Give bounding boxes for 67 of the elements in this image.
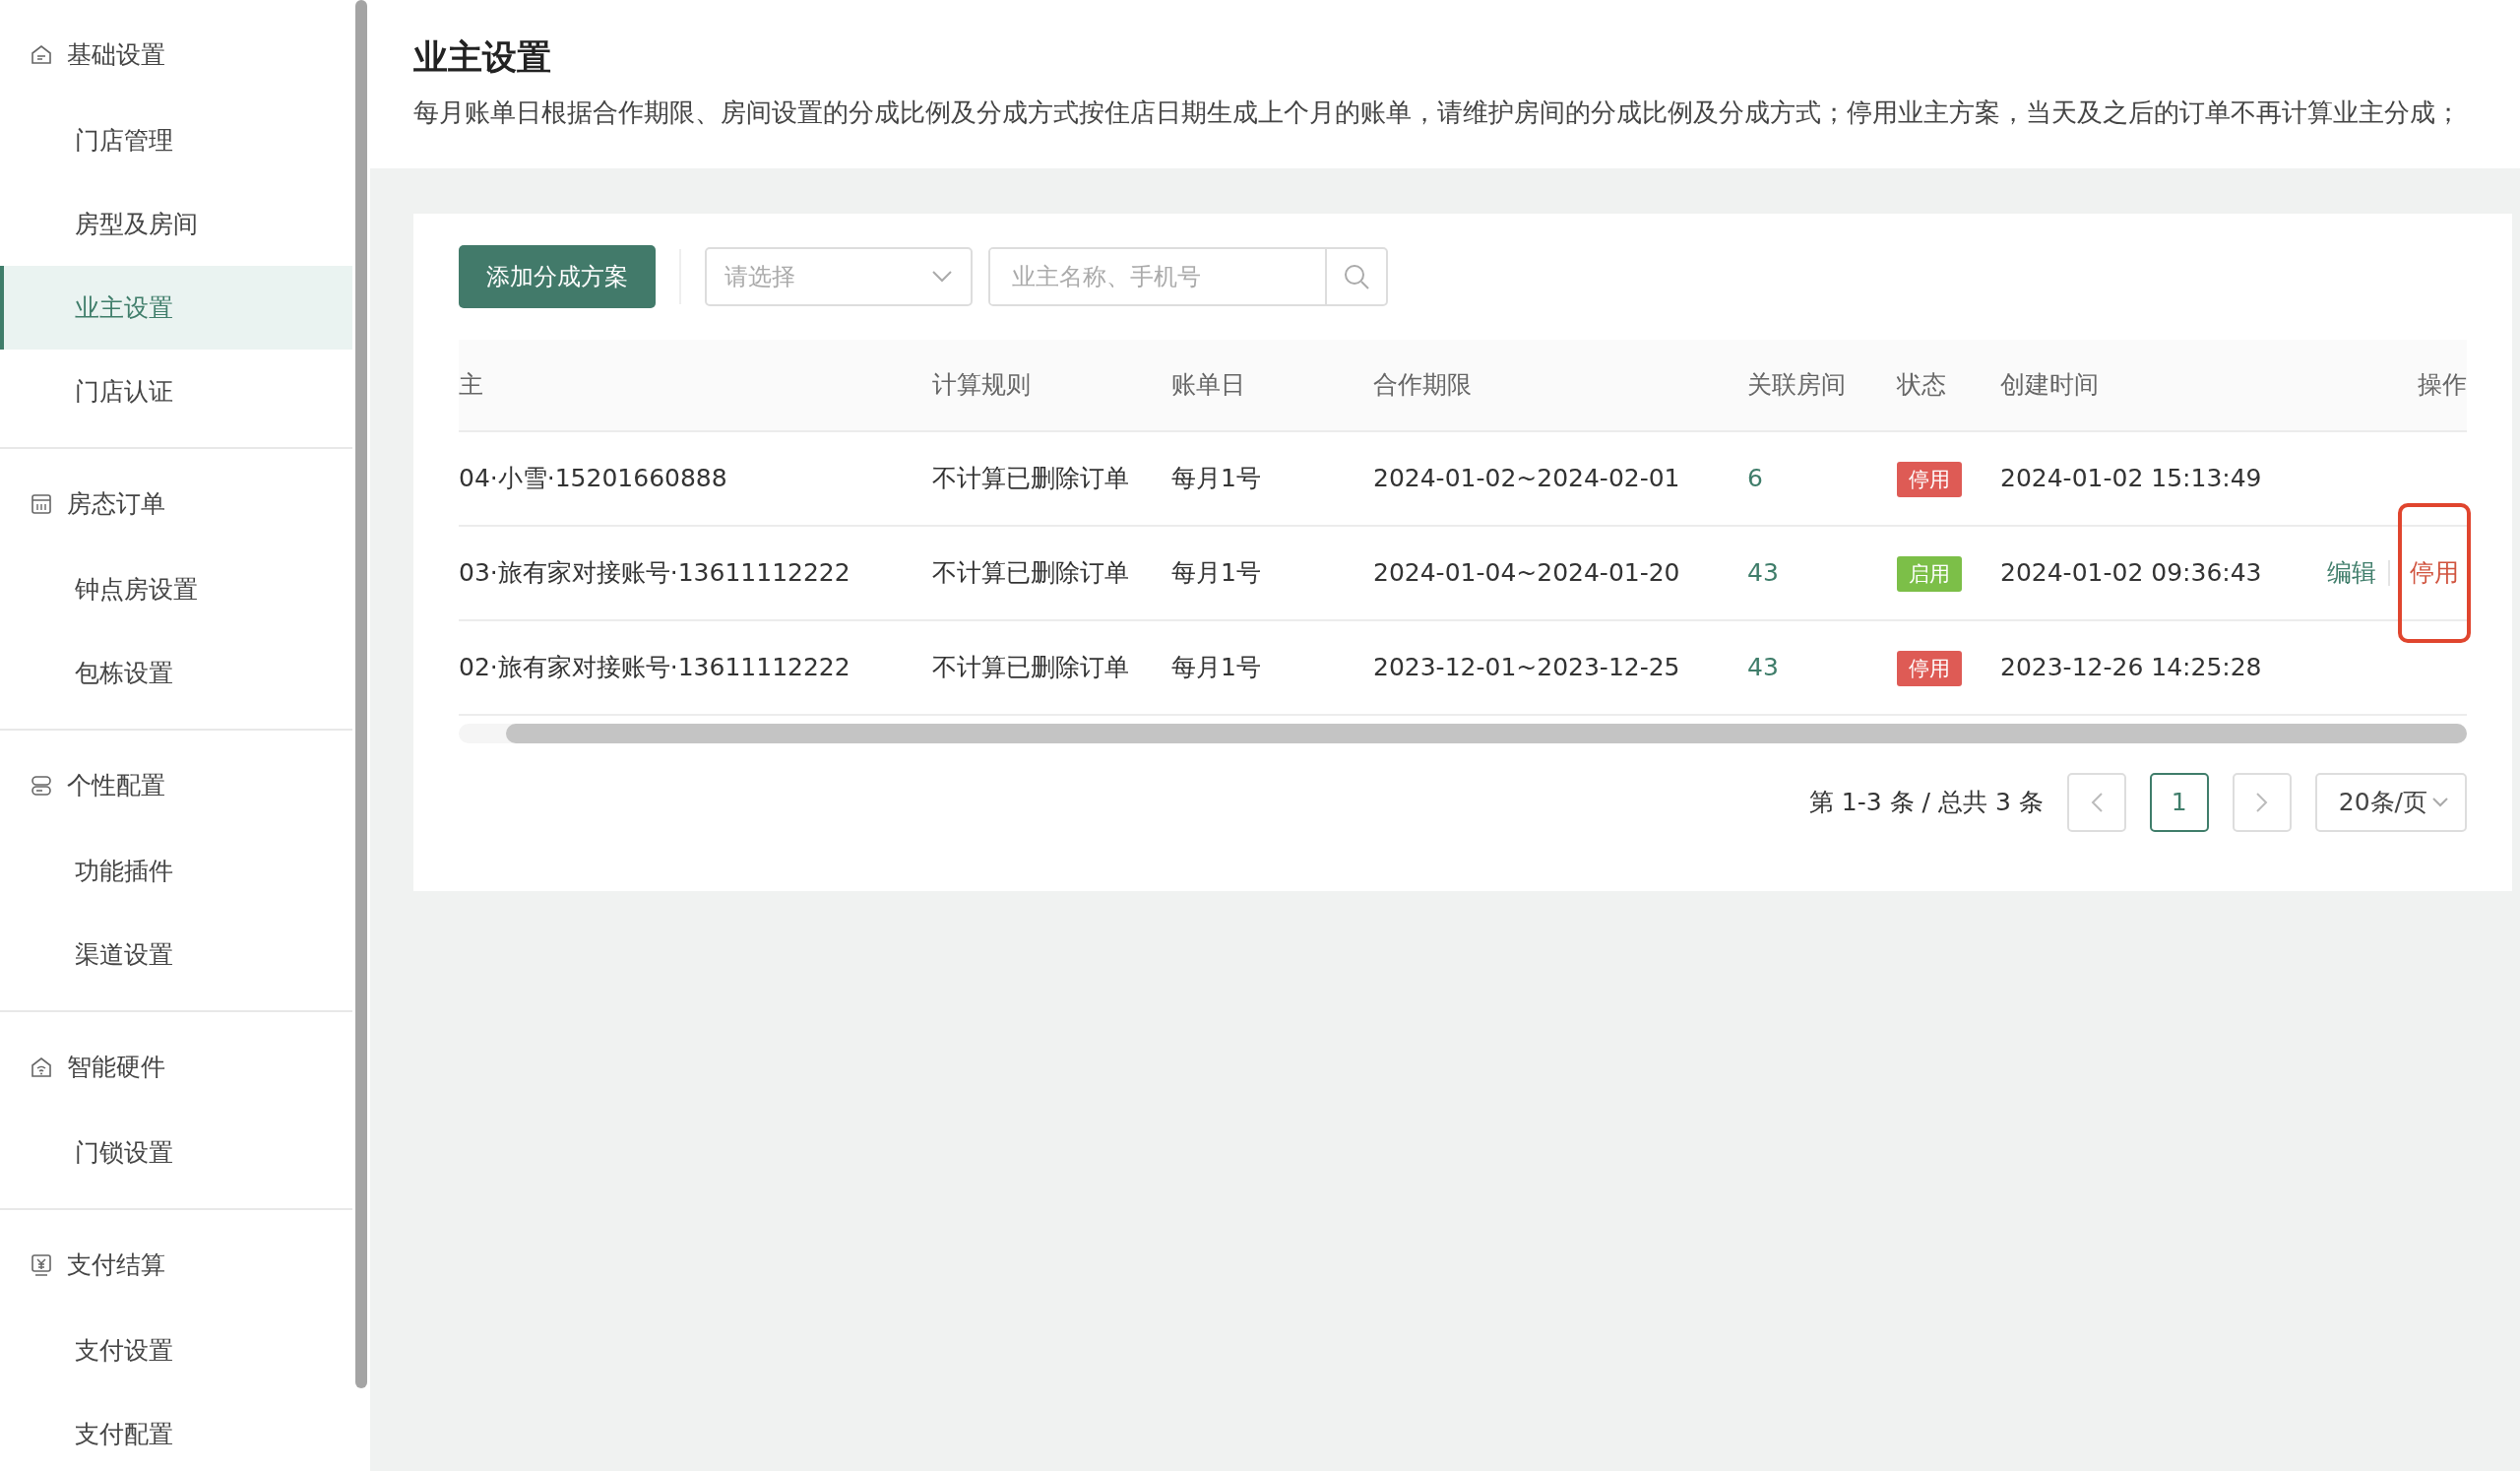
column-header: 账单日 (1171, 369, 1246, 401)
table-cell-text: 2023-12-26 14:25:28 (2000, 652, 2263, 683)
add-plan-button[interactable]: 添加分成方案 (459, 244, 656, 308)
room-count-link[interactable]: 43 (1747, 653, 1779, 681)
table-cell-text: 2023-12-01~2023-12-25 (1373, 652, 1681, 683)
previous-page-button[interactable] (2066, 772, 2126, 832)
table-cell-text: 03·旅有家对接账号·13611112222 (459, 557, 851, 589)
sidebar-item[interactable]: 房型及房间 (0, 182, 352, 266)
column-header: 状态 (1897, 369, 1947, 401)
calendar-icon (30, 492, 53, 516)
toggle-icon (30, 774, 53, 798)
column-header: 计算规则 (932, 369, 1032, 401)
edit-link[interactable]: 编辑 (2327, 554, 2376, 592)
search-icon (1343, 262, 1370, 290)
page-description: 每月账单日根据合作期限、房间设置的分成比例及分成方式按住店日期生成上个月的账单，请维护房间的分成比例及分成方式；停用业主方案，当天及之后的订单不再计算业主分成； (413, 96, 2462, 129)
payment-icon (30, 1253, 53, 1277)
chevron-down-icon (931, 269, 953, 284)
column-header: 主 (459, 369, 484, 401)
sidebar-item[interactable]: 渠道设置 (0, 913, 352, 996)
page-title: 业主设置 (413, 36, 552, 79)
status-tag: 停用 (1897, 651, 1962, 686)
table-cell-text: 每月1号 (1171, 652, 1262, 683)
status-tag: 停用 (1897, 462, 1962, 497)
next-page-button[interactable] (2232, 772, 2292, 832)
table-cell-text: 2024-01-04~2024-01-20 (1373, 557, 1681, 589)
select-placeholder: 请选择 (724, 261, 795, 292)
status-tag: 启用 (1897, 556, 1962, 592)
sidebar-item[interactable]: 钟点房设置 (0, 547, 352, 631)
column-header: 操作 (2417, 369, 2467, 401)
table-cell-text: 04·小雪·15201660888 (459, 463, 728, 494)
menu-group-title[interactable]: 支付结算 (67, 1247, 165, 1284)
table-cell-text: 不计算已删除订单 (932, 557, 1130, 589)
menu-group-title[interactable]: 智能硬件 (67, 1049, 165, 1086)
home-icon (30, 43, 53, 67)
sidebar-item[interactable]: 支付设置 (0, 1309, 352, 1392)
room-count-link[interactable]: 6 (1747, 464, 1763, 492)
table-cell-text: 不计算已删除订单 (932, 652, 1130, 683)
table-cell-text: 不计算已删除订单 (932, 463, 1130, 494)
search-field[interactable]: 业主名称、手机号 (988, 246, 1388, 306)
table-cell-text: 2024-01-02~2024-02-01 (1373, 463, 1681, 494)
column-header: 合作期限 (1373, 369, 1473, 401)
column-header: 创建时间 (2000, 369, 2100, 401)
chevron-down-icon (2431, 796, 2449, 808)
sidebar-item[interactable]: 门店认证 (0, 350, 352, 433)
page-button[interactable]: 1 (2149, 772, 2209, 832)
pagination-summary: 第 1-3 条 / 总共 3 条 (1808, 787, 2044, 818)
table-cell-text: 2024-01-02 15:13:49 (2000, 463, 2263, 494)
room-count-link[interactable]: 43 (1747, 558, 1779, 587)
chevron-left-icon (2089, 791, 2104, 813)
menu-group-title[interactable]: 基础设置 (67, 36, 165, 74)
page-size-select[interactable]: 20条/页 (2314, 772, 2467, 832)
sidebar-item[interactable]: 业主设置 (0, 266, 352, 350)
sidebar-item[interactable]: 支付配置 (0, 1392, 352, 1471)
column-header: 关联房间 (1747, 369, 1847, 401)
table-cell-text: 每月1号 (1171, 463, 1262, 494)
sidebar-item[interactable]: 包栋设置 (0, 631, 352, 715)
smart-home-icon (30, 1055, 53, 1079)
table-cell-text: 2024-01-02 09:36:43 (2000, 557, 2263, 589)
chevron-right-icon (2254, 791, 2269, 813)
sidebar-item[interactable]: 门锁设置 (0, 1111, 352, 1194)
menu-group-title[interactable]: 个性配置 (67, 767, 165, 804)
table-cell-text: 02·旅有家对接账号·13611112222 (459, 652, 851, 683)
sidebar-item[interactable]: 门店管理 (0, 98, 352, 182)
scrollbar-thumb[interactable] (355, 0, 367, 1388)
menu-group-title[interactable]: 房态订单 (67, 485, 165, 523)
sidebar-item[interactable]: 功能插件 (0, 829, 352, 913)
table-cell-text: 每月1号 (1171, 557, 1262, 589)
